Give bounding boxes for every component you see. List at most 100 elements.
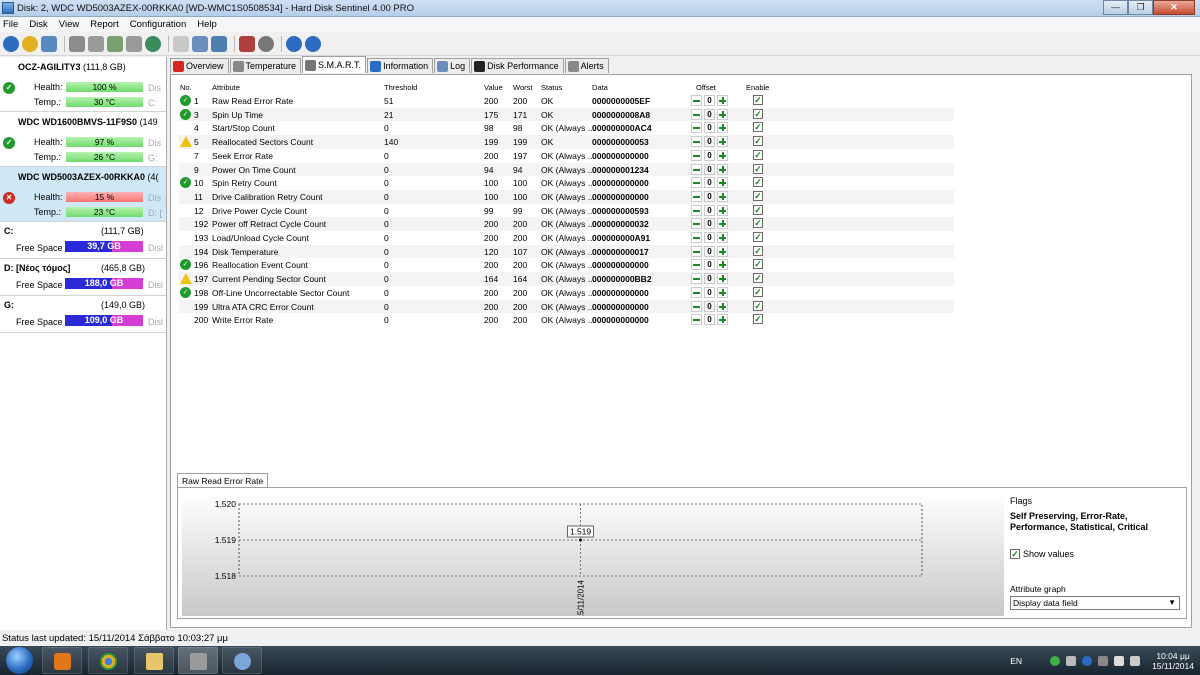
offset-minus-button[interactable] xyxy=(691,149,702,161)
offset-plus-button[interactable] xyxy=(717,218,728,230)
enable-checkbox[interactable]: ✓ xyxy=(753,136,763,147)
offset-plus-button[interactable] xyxy=(717,149,728,161)
offset-minus-button[interactable] xyxy=(691,245,702,257)
col-status[interactable]: Status xyxy=(541,83,562,92)
offset-minus-button[interactable] xyxy=(691,232,702,243)
col-worst[interactable]: Worst xyxy=(513,83,532,92)
partition-item-2[interactable]: G: (149,0 GB) Free Space 109,0 GB Disl xyxy=(0,296,166,333)
enable-checkbox[interactable]: ✓ xyxy=(753,122,763,133)
offset-minus-button[interactable] xyxy=(691,122,702,134)
offset-plus-button[interactable] xyxy=(717,177,728,189)
table-row[interactable]: ✓ 3 Spin Up Time 21 175 171 OK 0000000008A8 0 ✓ xyxy=(179,107,954,122)
table-row[interactable]: ✓ 10 Spin Retry Count 0 100 100 OK (Always ...… xyxy=(179,176,954,190)
offset-value[interactable]: 0 xyxy=(704,286,715,298)
surface-test-icon[interactable] xyxy=(258,35,274,52)
offset-value[interactable]: 0 xyxy=(704,218,715,230)
info-icon[interactable] xyxy=(305,35,321,52)
table-row[interactable]: 200 Write Error Rate 0 200 200 OK (Always ...… xyxy=(179,313,954,327)
document-icon[interactable] xyxy=(173,35,189,52)
offset-value[interactable]: 0 xyxy=(704,273,715,285)
start-button[interactable] xyxy=(6,647,33,674)
enable-checkbox[interactable]: ✓ xyxy=(753,314,763,325)
table-row[interactable]: ✓ 1 Raw Read Error Rate 51 200 200 OK 000000000… xyxy=(179,94,954,108)
offset-minus-button[interactable] xyxy=(691,163,702,175)
taskbar-hard-disk-sentinel[interactable] xyxy=(178,647,218,674)
enable-checkbox[interactable]: ✓ xyxy=(753,177,763,188)
offset-plus-button[interactable] xyxy=(717,273,728,285)
taskbar-app[interactable] xyxy=(222,647,262,674)
offset-plus-button[interactable] xyxy=(717,190,728,202)
enable-checkbox[interactable]: ✓ xyxy=(753,149,763,160)
enable-checkbox[interactable]: ✓ xyxy=(753,232,763,242)
tool-icon-3[interactable] xyxy=(107,35,123,52)
language-indicator[interactable]: EN xyxy=(1010,656,1022,666)
data-point[interactable] xyxy=(579,538,582,542)
offset-value[interactable]: 0 xyxy=(704,314,715,326)
table-row[interactable]: ✓ 198 Off-Line Uncorrectable Sector Count 0… xyxy=(179,286,954,300)
col-data[interactable]: Data xyxy=(592,83,608,92)
table-row[interactable]: 199 Ultra ATA CRC Error Count 0 200 200 OK (A… xyxy=(179,299,954,314)
enable-checkbox[interactable]: ✓ xyxy=(753,245,763,256)
send-icon[interactable] xyxy=(211,35,227,52)
disk-item-2[interactable]: WDC WD5003AZEX-00RKKA0 (4( ✕ Health: 15 … xyxy=(0,167,166,222)
partition-item-1[interactable]: D: [Νέος τόμος] (465,8 GB) Free Space 18… xyxy=(0,259,166,296)
disk-item-1[interactable]: WDC WD1600BMVS-11F9S0 (149 ✓ Health: 97 … xyxy=(0,112,166,167)
menu-report[interactable]: Report xyxy=(90,19,119,30)
table-row[interactable]: 192 Power off Retract Cycle Count 0 200 200 O… xyxy=(179,217,954,231)
table-row[interactable]: 197 Current Pending Sector Count 0 164 164 OK… xyxy=(179,272,954,286)
col-threshold[interactable]: Threshold xyxy=(384,83,417,92)
table-row[interactable]: 5 Reallocated Sectors Count 140 199 199 OK 000… xyxy=(179,135,954,149)
table-row[interactable]: 12 Drive Power Cycle Count 0 99 99 OK (Always… xyxy=(179,204,954,218)
tool-icon-1[interactable] xyxy=(69,35,85,52)
offset-plus-button[interactable] xyxy=(717,108,728,120)
clock[interactable]: 10:04 μμ 15/11/2014 xyxy=(1152,651,1194,671)
tab-temperature[interactable]: Temperature xyxy=(229,58,302,73)
report-icon[interactable] xyxy=(41,35,57,52)
enable-checkbox[interactable]: ✓ xyxy=(753,286,763,297)
table-row[interactable]: ✓ 196 Reallocation Event Count 0 200 200 OK (A… xyxy=(179,258,954,272)
enable-checkbox[interactable]: ✓ xyxy=(753,95,763,105)
offset-minus-button[interactable] xyxy=(691,286,702,298)
col-no[interactable]: No. xyxy=(180,83,192,92)
offset-plus-button[interactable] xyxy=(717,259,728,271)
offset-minus-button[interactable] xyxy=(691,177,702,189)
offset-value[interactable]: 0 xyxy=(704,177,715,189)
menu-view[interactable]: View xyxy=(59,19,79,30)
offset-value[interactable]: 0 xyxy=(704,232,715,243)
monitor-icon[interactable] xyxy=(1098,655,1109,666)
skype-icon[interactable] xyxy=(1082,655,1093,666)
table-row[interactable]: 7 Seek Error Rate 0 200 197 OK (Always ... 000… xyxy=(179,149,954,163)
enable-checkbox[interactable]: ✓ xyxy=(753,218,763,229)
volume-icon[interactable] xyxy=(1130,655,1141,666)
offset-plus-button[interactable] xyxy=(717,300,728,312)
tab-alerts[interactable]: Alerts xyxy=(564,58,609,73)
offset-minus-button[interactable] xyxy=(691,218,702,230)
offset-value[interactable]: 0 xyxy=(704,300,715,312)
menu-configuration[interactable]: Configuration xyxy=(130,19,187,30)
enable-checkbox[interactable]: ✓ xyxy=(753,300,763,311)
table-row[interactable]: 194 Disk Temperature 0 120 107 OK (Always ...… xyxy=(179,244,954,259)
tab-information[interactable]: Information xyxy=(367,58,434,73)
help-icon[interactable] xyxy=(286,35,302,52)
tab-overview[interactable]: Overview xyxy=(170,58,229,73)
enable-checkbox[interactable]: ✓ xyxy=(753,259,763,270)
maximize-button[interactable]: ❐ xyxy=(1128,0,1153,15)
close-button[interactable]: ✕ xyxy=(1153,0,1195,15)
flag-icon[interactable] xyxy=(1066,655,1077,666)
table-row[interactable]: 11 Drive Calibration Retry Count 0 100 100 OK… xyxy=(179,189,954,204)
minimize-button[interactable]: — xyxy=(1103,0,1128,15)
table-row[interactable]: 9 Power On Time Count 0 94 94 OK (Always ... 0… xyxy=(179,162,954,177)
taskbar-chrome[interactable] xyxy=(88,647,128,674)
col-enable[interactable]: Enable xyxy=(746,83,769,92)
disk-item-0[interactable]: OCZ-AGILITY3 (111,8 GB) ✓ Health: 100 % … xyxy=(0,57,166,112)
offset-value[interactable]: 0 xyxy=(704,163,715,175)
taskbar-media-player[interactable] xyxy=(42,647,82,674)
offset-plus-button[interactable] xyxy=(717,232,728,243)
menu-help[interactable]: Help xyxy=(197,19,217,30)
enable-checkbox[interactable]: ✓ xyxy=(753,108,763,119)
offset-minus-button[interactable] xyxy=(691,259,702,271)
tool-icon-4[interactable] xyxy=(126,35,142,52)
table-row[interactable]: 193 Load/Unload Cycle Count 0 200 200 OK (Alw… xyxy=(179,231,954,245)
offset-minus-button[interactable] xyxy=(691,108,702,120)
col-value[interactable]: Value xyxy=(484,83,503,92)
